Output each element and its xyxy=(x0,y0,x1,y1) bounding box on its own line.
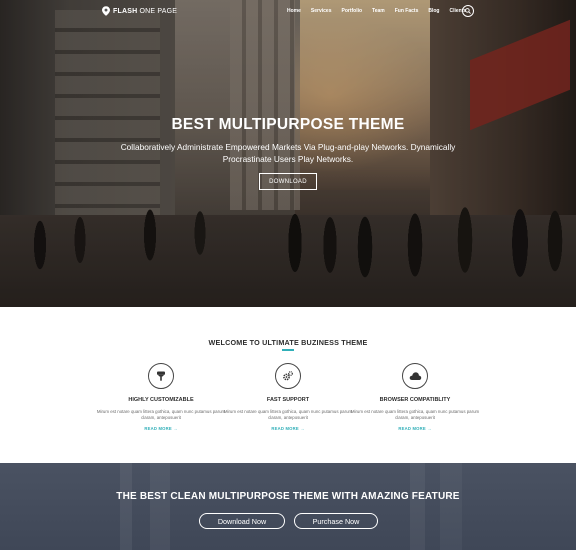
read-more-link[interactable]: READ MORE → xyxy=(96,426,226,431)
read-more-link[interactable]: READ MORE → xyxy=(350,426,480,431)
hero-title: BEST MULTIPURPOSE THEME xyxy=(171,116,405,133)
feature-card-support: FAST SUPPORT Mirum est notare quam litte… xyxy=(223,363,353,431)
nav-item-team[interactable]: Team xyxy=(372,8,385,14)
cloud-icon xyxy=(402,363,428,389)
search-button[interactable] xyxy=(462,5,474,17)
main-menu: Home Services Portfolio Team Fun Facts B… xyxy=(287,8,476,14)
hero-section: FLASH ONE PAGE Home Services Portfolio T… xyxy=(0,0,576,307)
cta-background-skyline xyxy=(0,463,576,550)
read-more-link[interactable]: READ MORE → xyxy=(223,426,353,431)
feature-title: HIGHLY CUSTOMIZABLE xyxy=(128,397,194,403)
gears-icon xyxy=(275,363,301,389)
top-navigation: FLASH ONE PAGE Home Services Portfolio T… xyxy=(0,0,576,24)
feature-description: Mirum est notare quam littera gothica, q… xyxy=(96,409,226,420)
feature-title: FAST SUPPORT xyxy=(266,397,310,403)
download-now-button[interactable]: Download Now xyxy=(199,513,285,529)
feature-card-customizable: HIGHLY CUSTOMIZABLE Mirum est notare qua… xyxy=(96,363,226,431)
nav-item-services[interactable]: Services xyxy=(311,8,332,14)
purchase-now-button[interactable]: Purchase Now xyxy=(294,513,378,529)
site-logo-text: FLASH ONE PAGE xyxy=(113,8,177,15)
site-logo[interactable]: FLASH ONE PAGE xyxy=(102,6,177,16)
nav-item-fun-facts[interactable]: Fun Facts xyxy=(395,8,419,14)
nav-item-blog[interactable]: Blog xyxy=(428,8,439,14)
search-icon xyxy=(465,8,471,14)
map-pin-icon xyxy=(102,6,110,16)
feature-title: BROWSER COMPATIBLITY xyxy=(379,397,451,403)
logo-text-bold: FLASH xyxy=(113,7,138,15)
heading-underline xyxy=(282,349,294,351)
cta-title: THE BEST CLEAN MULTIPURPOSE THEME WITH A… xyxy=(116,491,460,502)
nav-item-portfolio[interactable]: Portfolio xyxy=(341,8,362,14)
logo-text-light: ONE PAGE xyxy=(137,7,178,15)
nav-item-home[interactable]: Home xyxy=(287,8,301,14)
features-heading: WELCOME TO ULTIMATE BUZINESS THEME xyxy=(208,338,368,347)
download-button[interactable]: DOWNLOAD xyxy=(259,173,317,190)
magic-wand-icon xyxy=(148,363,174,389)
feature-card-browser: BROWSER COMPATIBLITY Mirum est notare qu… xyxy=(350,363,480,431)
feature-description: Mirum est notare quam littera gothica, q… xyxy=(350,409,480,420)
feature-description: Mirum est notare quam littera gothica, q… xyxy=(223,409,353,420)
cta-section: THE BEST CLEAN MULTIPURPOSE THEME WITH A… xyxy=(0,463,576,550)
hero-subtitle: Collaboratively Administrate Empowered M… xyxy=(120,142,456,164)
